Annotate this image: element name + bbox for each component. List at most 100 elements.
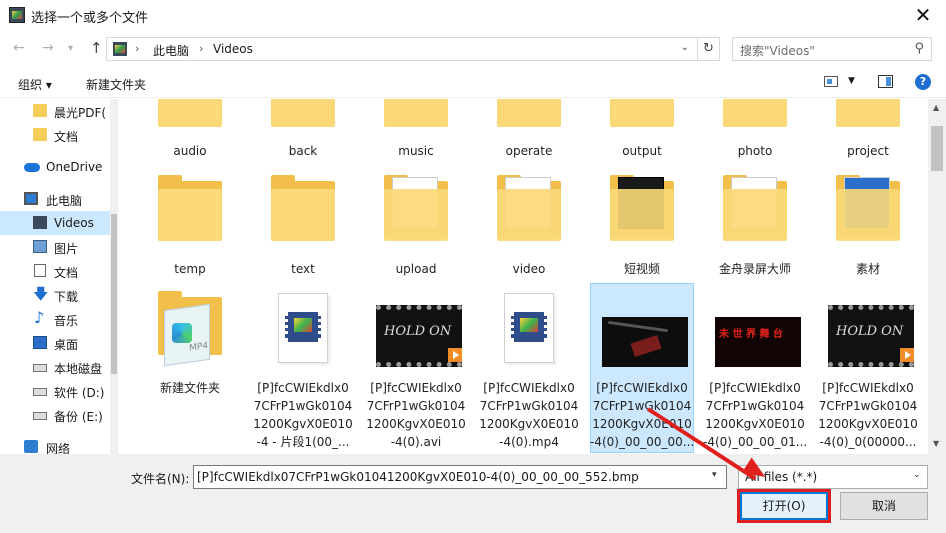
sidebar-item-onedrive[interactable]: OneDrive: [0, 155, 110, 179]
folder-icon: [33, 128, 47, 141]
file-name-line: -4(0).avi: [390, 435, 442, 449]
breadcrumb-videos[interactable]: Videos: [213, 42, 253, 56]
navigation-scrollbar[interactable]: [110, 99, 118, 454]
sidebar-item-music[interactable]: ♪ 音乐: [0, 307, 110, 331]
sidebar-item-chenguang-pdf[interactable]: 晨光PDF(: [0, 99, 110, 123]
folder-photo[interactable]: photo: [703, 99, 807, 161]
breadcrumb-this-pc[interactable]: 此电脑: [153, 42, 189, 59]
file-list-scrollbar[interactable]: ▲ ▼: [928, 99, 946, 454]
view-options-chevron-icon[interactable]: ▼: [848, 76, 855, 86]
file-name-line: [P]fcCWIEkdlx0: [483, 381, 575, 395]
folder-materials[interactable]: 素材: [816, 171, 920, 283]
search-input[interactable]: 搜索"Videos" ⚲: [732, 37, 932, 61]
sidebar-item-drive-d[interactable]: 软件 (D:): [0, 379, 110, 403]
thumbnail-text: 未 世 界 舞 台: [719, 329, 783, 340]
file-name-line: -4(0)_00_00_00...: [590, 435, 695, 449]
sidebar-item-downloads[interactable]: 🡇 下载: [0, 283, 110, 307]
folder-audio[interactable]: audio: [138, 99, 242, 161]
file-name: audio: [173, 144, 207, 158]
sidebar-item-drive-e[interactable]: 备份 (E:): [0, 403, 110, 427]
breadcrumb-separator[interactable]: ›: [199, 42, 203, 55]
file-name-line: [P]fcCWIEkdlx0: [370, 381, 462, 395]
folder-upload[interactable]: upload: [364, 171, 468, 283]
sidebar-item-label: 桌面: [54, 338, 79, 352]
thumbnail-text: HOLD ON: [836, 324, 904, 339]
documents-icon: [34, 264, 46, 277]
folder-video[interactable]: video: [477, 171, 581, 283]
folder-output[interactable]: output: [590, 99, 694, 161]
recent-locations-chevron-icon[interactable]: ▾: [68, 43, 73, 54]
sidebar-item-label: 音乐: [54, 314, 79, 328]
file-name-line: 7CFrP1wGk0104: [818, 399, 918, 413]
pictures-icon: [33, 240, 47, 253]
cancel-button[interactable]: 取消: [840, 492, 928, 520]
folder-operate[interactable]: operate: [477, 99, 581, 161]
breadcrumb-separator[interactable]: ›: [135, 42, 139, 55]
file-name-line: 1200KgvX0E010: [253, 417, 353, 431]
file-name: project: [847, 144, 889, 158]
back-arrow-icon[interactable]: ←: [13, 40, 25, 56]
file-name: 短视频: [623, 262, 660, 276]
up-arrow-icon[interactable]: ↑: [90, 39, 103, 57]
file-mp4[interactable]: [P]fcCWIEkdlx0 7CFrP1wGk0104 1200KgvX0E0…: [477, 283, 581, 453]
file-name: music: [398, 144, 434, 158]
sidebar-item-desktop[interactable]: 桌面: [0, 331, 110, 355]
file-name: 金舟录屏大师: [718, 262, 791, 276]
sidebar-item-this-pc[interactable]: 此电脑: [0, 187, 110, 211]
chevron-down-icon[interactable]: ⌄: [681, 42, 689, 53]
folder-icon: [828, 99, 908, 137]
app-icon: [9, 7, 25, 23]
scrollbar-thumb[interactable]: [931, 126, 943, 171]
folder-project[interactable]: project: [816, 99, 920, 161]
file-name-line: [P]fcCWIEkdlx0: [257, 381, 349, 395]
folder-short-video[interactable]: 短视频: [590, 171, 694, 283]
help-icon[interactable]: ?: [915, 74, 931, 90]
close-button[interactable]: ✕: [900, 0, 946, 31]
folder-music[interactable]: music: [364, 99, 468, 161]
sidebar-item-documents-quick[interactable]: 文档: [0, 123, 110, 147]
scroll-up-arrow-icon[interactable]: ▲: [933, 103, 939, 112]
change-view-icon[interactable]: [824, 76, 838, 87]
file-name-line: -4(0)_0(00000...: [819, 435, 917, 449]
scroll-down-arrow-icon[interactable]: ▼: [933, 439, 939, 448]
sidebar-item-label: 备份 (E:): [54, 410, 103, 424]
folder-new-folder[interactable]: 新建文件夹: [138, 283, 242, 453]
folder-jinzhou-recorder[interactable]: 金舟录屏大师: [703, 171, 807, 283]
open-button[interactable]: 打开(O): [740, 492, 828, 520]
sidebar-item-pictures[interactable]: 图片: [0, 235, 110, 259]
pc-icon: [24, 192, 38, 205]
search-icon: ⚲: [914, 41, 924, 56]
organize-button[interactable]: 组织 ▾: [18, 76, 52, 93]
file-name: temp: [174, 262, 206, 276]
chevron-down-icon[interactable]: ⌄: [913, 470, 921, 480]
sidebar-item-documents[interactable]: 文档: [0, 259, 110, 283]
sidebar-item-local-disk[interactable]: 本地磁盘: [0, 355, 110, 379]
folder-temp[interactable]: temp: [138, 171, 242, 283]
file-clip-segment[interactable]: [P]fcCWIEkdlx0 7CFrP1wGk0104 1200KgvX0E0…: [251, 283, 355, 453]
music-icon: ♪: [34, 308, 45, 327]
sidebar-item-label: Videos: [54, 216, 94, 230]
scrollbar-thumb[interactable]: [111, 214, 117, 374]
file-frame-01[interactable]: 未 世 界 舞 台 [P]fcCWIEkdlx0 7CFrP1wGk0104 1…: [703, 283, 807, 453]
address-bar[interactable]: › 此电脑 › Videos ⌄: [106, 37, 698, 61]
sidebar-item-videos[interactable]: Videos: [0, 211, 110, 235]
refresh-icon[interactable]: ↻: [698, 37, 720, 61]
file-avi[interactable]: HOLD ON [P]fcCWIEkdlx0 7CFrP1wGk0104 120…: [364, 283, 468, 453]
sidebar-item-network[interactable]: 网络: [0, 435, 110, 454]
folder-icon: [150, 99, 230, 137]
download-icon: 🡇: [33, 285, 49, 303]
address-bar-row: ← → ▾ ↑ › 此电脑 › Videos ⌄ ↻ 搜索"Videos" ⚲: [0, 31, 946, 65]
forward-arrow-icon[interactable]: →: [42, 40, 54, 56]
folder-icon: [376, 171, 456, 251]
file-name-line: [P]fcCWIEkdlx0: [596, 381, 688, 395]
new-folder-button[interactable]: 新建文件夹: [86, 76, 146, 93]
filename-input[interactable]: [P]fcCWIEkdlx07CFrP1wGk01041200KgvX0E010…: [193, 465, 727, 489]
play-icon: [448, 348, 462, 362]
file-frame-00000[interactable]: HOLD ON [P]fcCWIEkdlx0 7CFrP1wGk0104 120…: [816, 283, 920, 453]
folder-text[interactable]: text: [251, 171, 355, 283]
drive-icon: [33, 388, 47, 396]
folder-back[interactable]: back: [251, 99, 355, 161]
preview-pane-icon[interactable]: [878, 75, 893, 88]
sidebar-item-label: 文档: [54, 130, 79, 144]
chevron-down-icon[interactable]: ▾: [712, 470, 717, 480]
